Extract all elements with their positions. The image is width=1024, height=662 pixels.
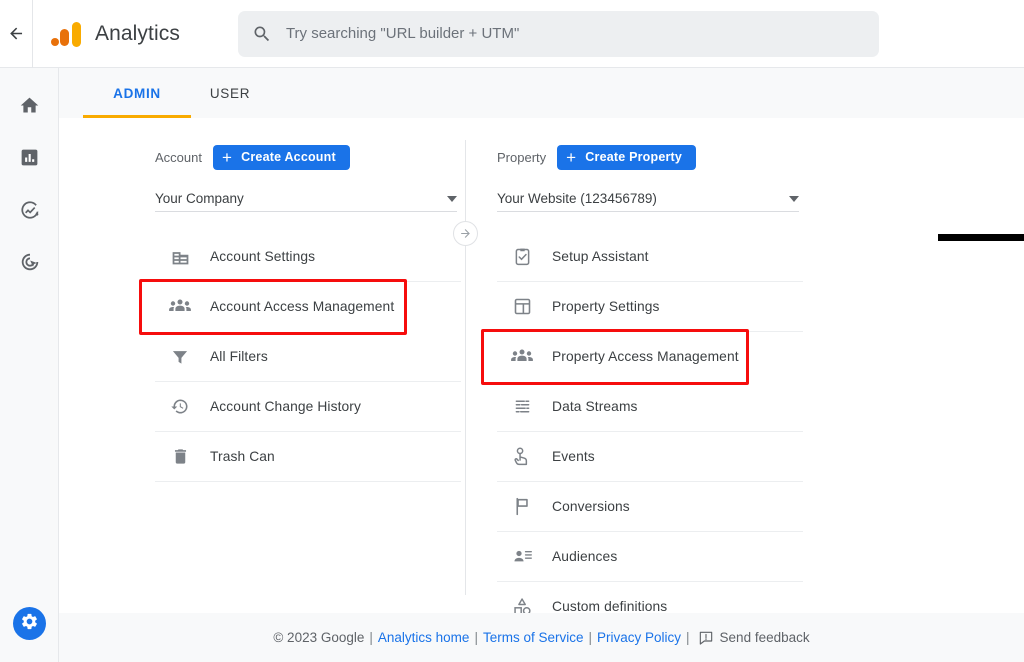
menu-item-label: Account Change History bbox=[210, 399, 361, 414]
account-label: Account bbox=[155, 150, 202, 165]
back-arrow-icon bbox=[7, 24, 26, 43]
property-menu: Setup Assistant Property Settings bbox=[497, 232, 803, 632]
account-column: Account + Create Account Your Company bbox=[83, 118, 465, 613]
menu-item-account-settings[interactable]: Account Settings bbox=[155, 232, 461, 282]
menu-item-label: Property Settings bbox=[552, 299, 660, 314]
footer-separator: | bbox=[686, 630, 690, 645]
tab-user[interactable]: USER bbox=[191, 68, 269, 118]
footer-separator: | bbox=[588, 630, 592, 645]
google-analytics-logo-icon bbox=[49, 17, 83, 51]
menu-item-conversions[interactable]: Conversions bbox=[497, 482, 803, 532]
arrow-right-circle-icon[interactable] bbox=[453, 221, 478, 246]
search-icon bbox=[252, 24, 272, 44]
property-label: Property bbox=[497, 150, 546, 165]
tab-user-label: USER bbox=[210, 86, 250, 101]
menu-item-events[interactable]: Events bbox=[497, 432, 803, 482]
chevron-down-icon bbox=[789, 196, 799, 202]
menu-item-label: Custom definitions bbox=[552, 599, 667, 614]
plus-icon: + bbox=[222, 149, 232, 166]
menu-item-label: Setup Assistant bbox=[552, 249, 649, 264]
menu-item-account-access-management[interactable]: Account Access Management bbox=[155, 282, 461, 332]
filter-funnel-icon bbox=[165, 347, 195, 367]
create-property-label: Create Property bbox=[585, 150, 682, 164]
menu-item-label: Account Settings bbox=[210, 249, 315, 264]
person-list-icon bbox=[507, 546, 537, 567]
footer-separator: | bbox=[474, 630, 478, 645]
analytics-admin-page: Analytics Try searching "URL builder + U… bbox=[0, 0, 1024, 662]
menu-item-label: Data Streams bbox=[552, 399, 638, 414]
menu-item-trash-can[interactable]: Trash Can bbox=[155, 432, 461, 482]
menu-item-data-streams[interactable]: Data Streams bbox=[497, 382, 803, 432]
menu-item-all-filters[interactable]: All Filters bbox=[155, 332, 461, 382]
menu-item-label: All Filters bbox=[210, 349, 268, 364]
admin-content-card: Account + Create Account Your Company bbox=[83, 118, 1024, 613]
menu-item-label: Account Access Management bbox=[210, 299, 394, 314]
account-selected-value: Your Company bbox=[155, 191, 244, 206]
column-divider bbox=[465, 140, 466, 595]
page-footer: © 2023 Google | Analytics home | Terms o… bbox=[59, 613, 1024, 662]
back-button[interactable] bbox=[0, 0, 33, 68]
sidebar-item-reports[interactable] bbox=[0, 134, 59, 186]
reports-bar-chart-icon bbox=[19, 147, 40, 173]
menu-item-label: Conversions bbox=[552, 499, 630, 514]
sidebar-item-advertising[interactable] bbox=[0, 238, 59, 290]
home-icon bbox=[19, 95, 40, 121]
redaction-bar bbox=[938, 234, 1024, 241]
footer-content: © 2023 Google | Analytics home | Terms o… bbox=[273, 630, 809, 646]
create-account-button[interactable]: + Create Account bbox=[213, 145, 350, 170]
account-menu: Account Settings bbox=[155, 232, 461, 482]
people-group-icon bbox=[165, 297, 195, 317]
menu-item-label: Property Access Management bbox=[552, 349, 739, 364]
footer-link-privacy-policy[interactable]: Privacy Policy bbox=[597, 630, 681, 645]
menu-item-account-change-history[interactable]: Account Change History bbox=[155, 382, 461, 432]
account-column-header: Account + Create Account bbox=[155, 144, 465, 170]
sidebar-item-home[interactable] bbox=[0, 82, 59, 134]
search-input[interactable]: Try searching "URL builder + UTM" bbox=[238, 11, 879, 57]
property-column-header: Property + Create Property bbox=[497, 144, 866, 170]
app-title: Analytics bbox=[95, 22, 180, 46]
people-group-icon bbox=[507, 347, 537, 367]
send-feedback-icon bbox=[698, 630, 714, 646]
menu-item-label: Audiences bbox=[552, 549, 617, 564]
create-property-button[interactable]: + Create Property bbox=[557, 145, 696, 170]
top-bar: Analytics Try searching "URL builder + U… bbox=[0, 0, 1024, 68]
left-nav-rail bbox=[0, 68, 59, 662]
advertising-target-icon bbox=[19, 251, 41, 278]
property-selector[interactable]: Your Website (123456789) bbox=[497, 186, 799, 212]
flag-icon bbox=[507, 496, 537, 517]
account-selector[interactable]: Your Company bbox=[155, 186, 457, 212]
plus-icon: + bbox=[566, 149, 576, 166]
history-clock-icon bbox=[165, 396, 195, 417]
menu-item-label: Trash Can bbox=[210, 449, 275, 464]
send-feedback-label[interactable]: Send feedback bbox=[720, 630, 810, 645]
property-column: Property + Create Property Your Website … bbox=[466, 118, 866, 613]
layout-panel-icon bbox=[507, 296, 537, 317]
sidebar-item-explore[interactable] bbox=[0, 186, 59, 238]
footer-link-analytics-home[interactable]: Analytics home bbox=[378, 630, 470, 645]
menu-item-property-settings[interactable]: Property Settings bbox=[497, 282, 803, 332]
admin-settings-fab[interactable] bbox=[13, 607, 46, 640]
menu-item-label: Events bbox=[552, 449, 595, 464]
clipboard-check-icon bbox=[507, 246, 537, 267]
tab-admin[interactable]: ADMIN bbox=[83, 68, 191, 118]
data-streams-icon bbox=[507, 396, 537, 417]
search-placeholder: Try searching "URL builder + UTM" bbox=[286, 25, 519, 42]
menu-item-audiences[interactable]: Audiences bbox=[497, 532, 803, 582]
footer-link-terms-of-service[interactable]: Terms of Service bbox=[483, 630, 584, 645]
menu-item-setup-assistant[interactable]: Setup Assistant bbox=[497, 232, 803, 282]
chevron-down-icon bbox=[447, 196, 457, 202]
menu-item-property-access-management[interactable]: Property Access Management bbox=[497, 332, 803, 382]
footer-copyright: © 2023 Google bbox=[273, 630, 364, 645]
property-selected-value: Your Website (123456789) bbox=[497, 191, 657, 206]
tab-admin-label: ADMIN bbox=[113, 86, 161, 101]
admin-user-tabs: ADMIN USER bbox=[59, 68, 1024, 118]
brand-area: Analytics bbox=[33, 17, 180, 51]
explore-icon bbox=[19, 199, 41, 226]
create-account-label: Create Account bbox=[241, 150, 336, 164]
tap-hand-icon bbox=[507, 446, 537, 467]
footer-separator: | bbox=[369, 630, 373, 645]
trash-can-icon bbox=[165, 447, 195, 466]
gear-icon bbox=[20, 612, 39, 636]
business-building-icon bbox=[165, 246, 195, 267]
